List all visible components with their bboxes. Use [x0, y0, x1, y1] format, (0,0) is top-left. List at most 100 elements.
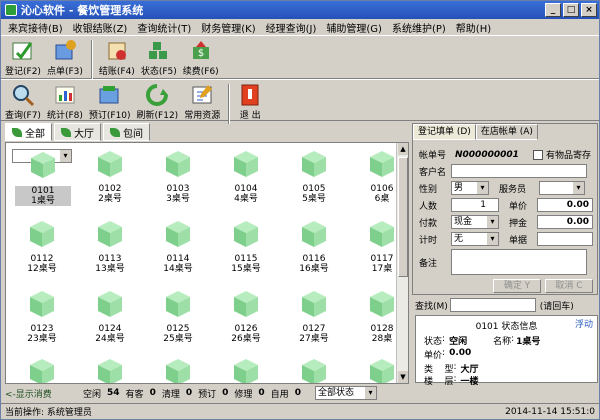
tab-hall[interactable]: 大厅 — [54, 123, 101, 141]
order-button[interactable]: 点单(F3) — [47, 36, 83, 77]
query-button[interactable]: 查询(F7) — [5, 80, 41, 121]
tab-all[interactable]: 全部 — [5, 123, 52, 141]
reserve-button[interactable]: 预订(F10) — [89, 80, 131, 121]
menu-manager[interactable]: 经理查询(J) — [261, 20, 322, 35]
maximize-button[interactable]: □ — [563, 3, 579, 17]
search-input[interactable] — [449, 298, 536, 312]
summary-bar: <-显示消费 空闲 54 有客 0 清理 0 预订 0 修理 0 自用 0 全部状态 — [1, 385, 411, 401]
gender-select[interactable]: 男 — [451, 181, 489, 195]
menu-query[interactable]: 查询统计(T) — [132, 20, 196, 35]
table-cube-icon[interactable] — [164, 357, 192, 384]
table-item[interactable]: 0104 4桌号 — [216, 149, 276, 204]
table-item[interactable]: 0123 23桌号 — [12, 289, 72, 344]
timing-label: 计时 — [419, 235, 438, 246]
table-number: 0104 — [234, 184, 258, 194]
resources-button[interactable]: 常用资源 — [184, 80, 220, 121]
table-cube-icon — [166, 221, 190, 247]
minimize-button[interactable]: _ — [545, 3, 561, 17]
waiter-select[interactable] — [539, 181, 585, 195]
guest-input[interactable] — [451, 164, 587, 178]
toolbar-secondary: 查询(F7) 统计(F8) 预订(F10) 刷新(F12) 常用资源 退 出 — [1, 79, 599, 124]
table-item[interactable]: 0102 2桌号 — [80, 149, 140, 204]
title-bar[interactable]: 沁心软件 - 餐饮管理系统 _ □ × — [1, 1, 599, 19]
state-filter-select[interactable]: 全部状态 — [314, 386, 377, 400]
table-item[interactable]: 0116 16桌号 — [284, 219, 344, 274]
table-number: 0106 — [370, 184, 394, 194]
table-cube-icon[interactable] — [28, 357, 56, 384]
people-input[interactable]: 1 — [451, 198, 499, 212]
timing-select[interactable]: 无 — [451, 232, 499, 246]
menu-assist[interactable]: 辅助管理(G) — [321, 20, 387, 35]
table-cube-icon — [98, 221, 122, 247]
register-button[interactable]: 登记(F2) — [5, 36, 41, 77]
show-consume-link[interactable]: <-显示消费 — [5, 387, 77, 400]
menu-finance[interactable]: 财务管理(K) — [196, 20, 260, 35]
confirm-button[interactable]: 确定 Y — [493, 279, 541, 293]
table-cube-icon — [370, 291, 394, 317]
table-cube-icon[interactable] — [368, 357, 396, 384]
table-item[interactable]: 0114 14桌号 — [148, 219, 208, 274]
note-input[interactable] — [451, 249, 587, 275]
table-cube-icon — [234, 221, 258, 247]
renew-button[interactable]: $ 续费(F6) — [183, 36, 219, 77]
table-item[interactable]: 0126 26桌号 — [216, 289, 276, 344]
cancel-button[interactable]: 取消 C — [545, 279, 593, 293]
tab-register-form[interactable]: 登记填单 (D) — [413, 124, 476, 140]
table-item[interactable]: 0101 1桌号 — [12, 149, 72, 206]
checkout-button[interactable]: 结账(F4) — [99, 36, 135, 77]
table-name: 25桌号 — [163, 334, 193, 344]
table-name: 2桌号 — [98, 194, 122, 204]
menu-reception[interactable]: 来宾接待(B) — [3, 20, 68, 35]
exit-button[interactable]: 退 出 — [236, 80, 264, 121]
table-cube-icon — [302, 291, 326, 317]
table-item[interactable]: 0113 13桌号 — [80, 219, 140, 274]
scroll-down-icon[interactable]: ▼ — [398, 371, 408, 383]
menu-system[interactable]: 系统维护(P) — [387, 20, 451, 35]
register-panel: 登记填单 (D) 在店帐单 (A) 帐单号 N000000001 有物品寄存 客… — [412, 123, 598, 295]
table-item[interactable]: 0125 25桌号 — [148, 289, 208, 344]
stats-icon — [55, 86, 75, 104]
status-button[interactable]: 状态(F5) — [141, 36, 177, 77]
table-name: 28桌 — [371, 334, 393, 344]
table-cube-icon[interactable] — [232, 357, 260, 384]
table-name: 27桌号 — [299, 334, 329, 344]
table-item[interactable]: 0117 17桌 — [352, 219, 408, 274]
table-item[interactable]: 0103 3桌号 — [148, 149, 208, 204]
close-button[interactable]: × — [581, 3, 597, 17]
price-input[interactable]: 0.00 — [537, 198, 593, 212]
floor-value: 一楼 — [460, 377, 479, 387]
storage-checkbox[interactable] — [533, 149, 543, 160]
exit-icon — [241, 84, 259, 106]
tab-private-room[interactable]: 包间 — [103, 123, 150, 141]
table-cube-icon[interactable] — [300, 357, 328, 384]
table-item[interactable]: 0115 15桌号 — [216, 219, 276, 274]
table-item[interactable]: 0128 28桌 — [352, 289, 408, 344]
menu-cashier[interactable]: 收银结账(Z) — [68, 20, 133, 35]
resources-icon — [192, 85, 213, 104]
repair-count: 0 — [258, 388, 265, 398]
refresh-button[interactable]: 刷新(F12) — [137, 80, 178, 121]
slip-input[interactable] — [537, 232, 593, 246]
storage-label: 有物品寄存 — [546, 151, 592, 161]
table-item[interactable]: 0112 12桌号 — [12, 219, 72, 274]
table-number: 0127 — [302, 324, 326, 334]
table-item[interactable]: 0106 6桌 — [352, 149, 408, 204]
state-value: 空闲 — [449, 337, 468, 347]
menu-help[interactable]: 帮助(H) — [451, 20, 496, 35]
stats-button[interactable]: 统计(F8) — [47, 80, 83, 121]
table-item[interactable]: 0105 5桌号 — [284, 149, 344, 204]
table-cube-icon[interactable] — [96, 357, 124, 384]
table-item[interactable]: 0127 27桌号 — [284, 289, 344, 344]
slip-label: 单据 — [509, 235, 528, 246]
search-bar: 查找(M) (请回车) — [415, 297, 598, 313]
toolbar-main: 登记(F2) 点单(F3) 结账(F4) 状态(F5) $ 续费(F6) — [1, 35, 599, 80]
name-value: 1桌号 — [516, 337, 541, 347]
tab-in-store-bills[interactable]: 在店帐单 (A) — [475, 124, 538, 140]
pay-select[interactable]: 现金 — [451, 215, 499, 229]
float-toggle[interactable]: 浮动 — [575, 317, 593, 330]
table-number: 0112 — [30, 254, 54, 264]
svg-text:$: $ — [198, 48, 204, 59]
table-grid: ▲ ▼ 01011桌号01022桌号01033桌号01044桌号01055桌号0… — [5, 142, 409, 384]
deposit-input[interactable]: 0.00 — [537, 215, 593, 229]
table-item[interactable]: 0124 24桌号 — [80, 289, 140, 344]
